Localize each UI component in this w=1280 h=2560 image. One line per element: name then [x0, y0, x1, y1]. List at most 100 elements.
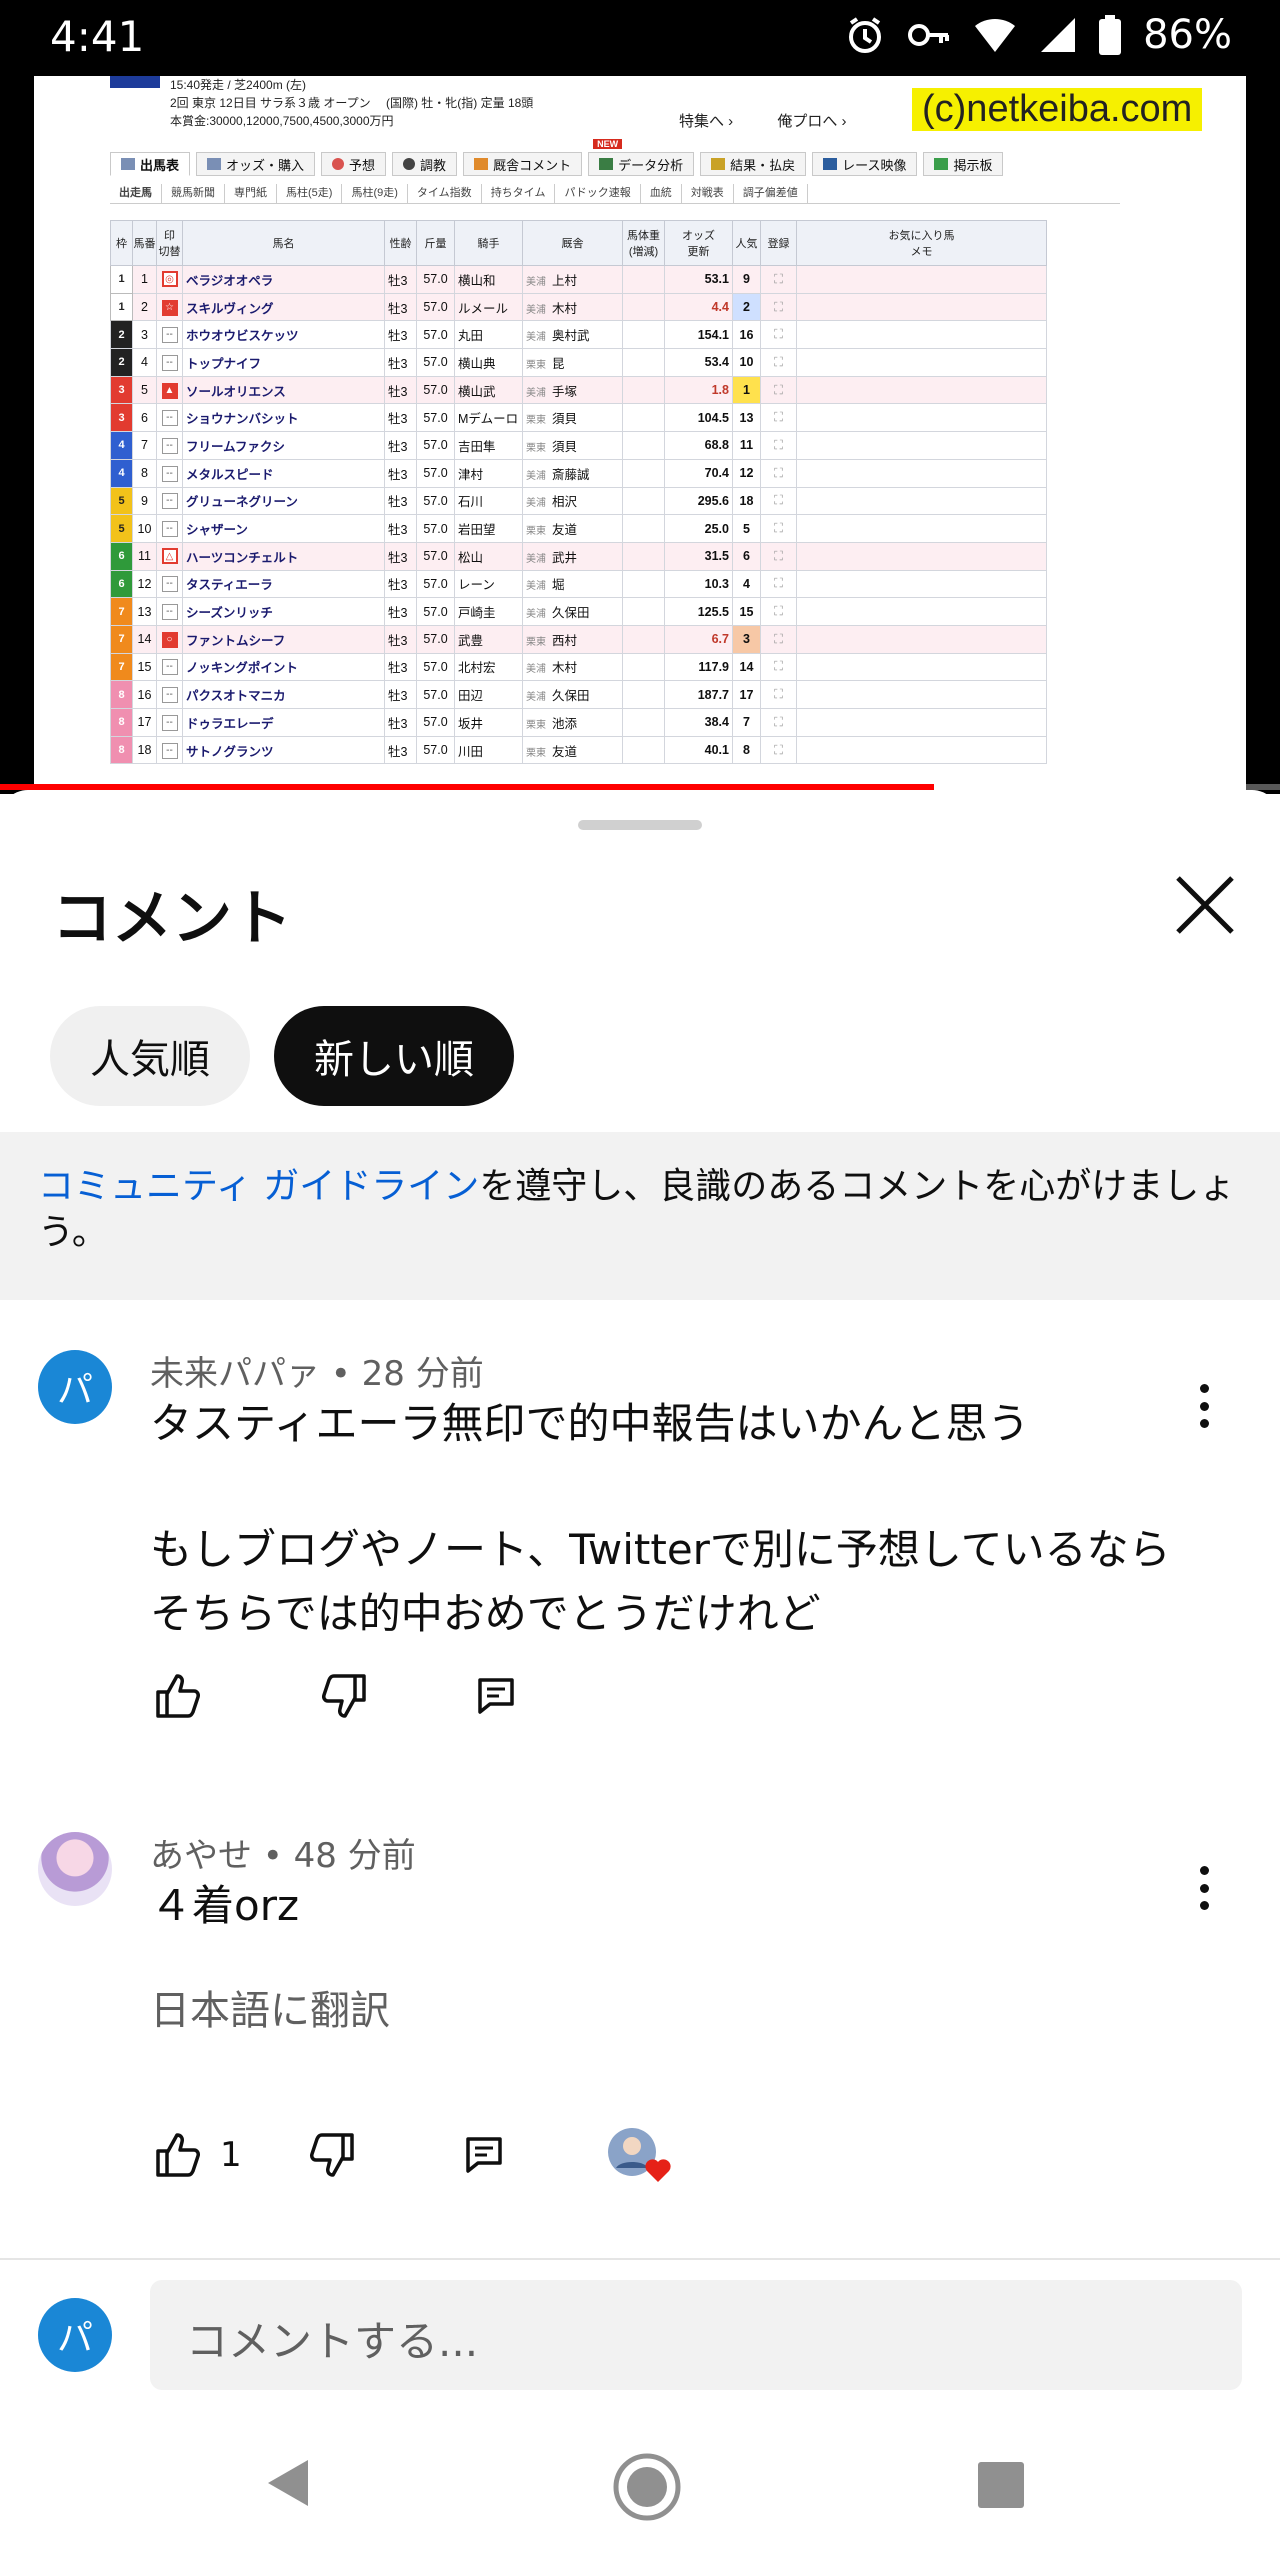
carried-weight: 57.0: [416, 514, 455, 543]
register-button[interactable]: ⛶: [760, 265, 797, 294]
waku-cell: 2: [110, 320, 133, 350]
back-icon[interactable]: [262, 2456, 312, 2510]
memo-cell: [796, 348, 1047, 377]
like-button[interactable]: [150, 1668, 206, 1724]
prediction-mark[interactable]: --: [156, 680, 183, 709]
prediction-mark[interactable]: ◎: [156, 265, 183, 294]
register-button[interactable]: ⛶: [760, 708, 797, 737]
register-button[interactable]: ⛶: [760, 541, 797, 571]
register-button[interactable]: ⛶: [760, 680, 797, 709]
battery-icon: [1099, 15, 1122, 55]
carried-weight: 57.0: [416, 652, 455, 682]
memo-cell: [796, 486, 1047, 516]
carried-weight: 57.0: [416, 403, 455, 433]
prediction-mark[interactable]: ☆: [156, 292, 183, 322]
avatar[interactable]: [38, 1832, 112, 1906]
register-button[interactable]: ⛶: [760, 569, 797, 599]
prediction-mark[interactable]: --: [156, 708, 183, 737]
register-button[interactable]: ⛶: [760, 348, 797, 377]
register-button[interactable]: ⛶: [760, 431, 797, 460]
prediction-mark[interactable]: --: [156, 652, 183, 682]
memo-cell: [796, 375, 1047, 405]
horse-number: 11: [132, 541, 157, 571]
more-vert-icon[interactable]: [1194, 1858, 1214, 1918]
popularity-rank: 11: [732, 431, 761, 460]
body-weight: [622, 541, 665, 571]
race-nav-tabs: 出馬表 オッズ・購入 予想 調教 厩舎コメント NEW データ分析 結果・払戻 レ…: [110, 139, 1004, 176]
comment-icon: [474, 158, 489, 170]
table-row: 8 17 -- ドゥラエレーデ 牡3 57.0 坂井 栗東 池添 38.4 7 ⛶: [110, 708, 1047, 737]
prediction-mark[interactable]: --: [156, 431, 183, 460]
sub-tab: 調子偏差値: [734, 184, 808, 203]
register-button[interactable]: ⛶: [760, 320, 797, 350]
sheet-drag-handle[interactable]: [578, 820, 702, 830]
prediction-mark[interactable]: --: [156, 735, 183, 765]
register-button[interactable]: ⛶: [760, 292, 797, 322]
home-icon[interactable]: [612, 2452, 682, 2522]
prediction-mark[interactable]: --: [156, 458, 183, 488]
horse-name: ハーツコンチェルト: [182, 541, 385, 571]
sex-age: 牡3: [384, 265, 417, 294]
horse-name: サトノグランツ: [182, 735, 385, 765]
dislike-button[interactable]: [316, 1668, 372, 1724]
trainer-name: 美浦 木村: [522, 652, 623, 682]
comment-input[interactable]: コメントする...: [150, 2280, 1242, 2390]
race-tab: 予想: [321, 152, 387, 176]
race-card-table: 枠 馬番 印切替 馬名 性齢 斤量 騎手 厩舎 馬体重 (増減) オッズ 更新 人気…: [110, 220, 1047, 765]
reply-button[interactable]: [468, 1668, 524, 1724]
sort-newest-chip[interactable]: 新しい順: [274, 1006, 514, 1106]
register-button[interactable]: ⛶: [760, 652, 797, 682]
carried-weight: 57.0: [416, 431, 455, 460]
sex-age: 牡3: [384, 375, 417, 405]
close-icon[interactable]: [1170, 870, 1240, 940]
prediction-mark[interactable]: ○: [156, 624, 183, 654]
avatar[interactable]: パ: [38, 2298, 112, 2372]
body-weight: [622, 735, 665, 765]
prediction-mark[interactable]: --: [156, 569, 183, 599]
comment-text: タスティエーラ無印で的中報告はいかんと思う: [150, 1399, 1030, 1448]
prediction-mark[interactable]: --: [156, 348, 183, 377]
memo-cell: [796, 569, 1047, 599]
avatar[interactable]: パ: [38, 1350, 112, 1424]
dislike-button[interactable]: [304, 2127, 360, 2183]
like-button[interactable]: [150, 2127, 206, 2183]
body-weight: [622, 320, 665, 350]
odds-value: 4.4: [664, 292, 733, 322]
clock-icon: [403, 158, 416, 170]
sort-top-chip[interactable]: 人気順: [50, 1006, 250, 1106]
register-button[interactable]: ⛶: [760, 486, 797, 516]
recents-icon[interactable]: [976, 2460, 1026, 2510]
register-button[interactable]: ⛶: [760, 597, 797, 626]
odds-value: 40.1: [664, 735, 733, 765]
more-vert-icon[interactable]: [1194, 1376, 1214, 1436]
body-weight: [622, 569, 665, 599]
table-row: 5 9 -- グリューネグリーン 牡3 57.0 石川 美浦 相沢 295.6 18 ⛶: [110, 486, 1047, 516]
reply-button[interactable]: [456, 2127, 512, 2183]
prediction-mark[interactable]: --: [156, 403, 183, 433]
register-button[interactable]: ⛶: [760, 624, 797, 654]
prediction-mark[interactable]: --: [156, 514, 183, 543]
sex-age: 牡3: [384, 431, 417, 460]
register-button[interactable]: ⛶: [760, 458, 797, 488]
register-button[interactable]: ⛶: [760, 514, 797, 543]
prediction-mark[interactable]: --: [156, 597, 183, 626]
sub-tab: パドック速報: [555, 184, 641, 203]
comment-actions: [150, 1668, 524, 1724]
prediction-mark[interactable]: △: [156, 541, 183, 571]
video-player[interactable]: 15:40発走 / 芝2400m (左) 2回 東京 12日目 サラ系３歳 オー…: [0, 76, 1280, 794]
prediction-mark[interactable]: --: [156, 320, 183, 350]
sex-age: 牡3: [384, 597, 417, 626]
memo-cell: [796, 514, 1047, 543]
trainer-name: 美浦 久保田: [522, 597, 623, 626]
odds-value: 187.7: [664, 680, 733, 709]
translate-link[interactable]: 日本語に翻訳: [150, 1978, 390, 2036]
register-button[interactable]: ⛶: [760, 375, 797, 405]
waku-cell: 7: [110, 652, 133, 682]
prediction-mark[interactable]: --: [156, 486, 183, 516]
guideline-link[interactable]: コミュニティ ガイドライン: [38, 1166, 479, 1207]
register-button[interactable]: ⛶: [760, 735, 797, 765]
jockey-name: 横山典: [454, 348, 523, 377]
register-button[interactable]: ⛶: [760, 403, 797, 433]
prediction-mark[interactable]: ▲: [156, 375, 183, 405]
odds-value: 38.4: [664, 708, 733, 737]
